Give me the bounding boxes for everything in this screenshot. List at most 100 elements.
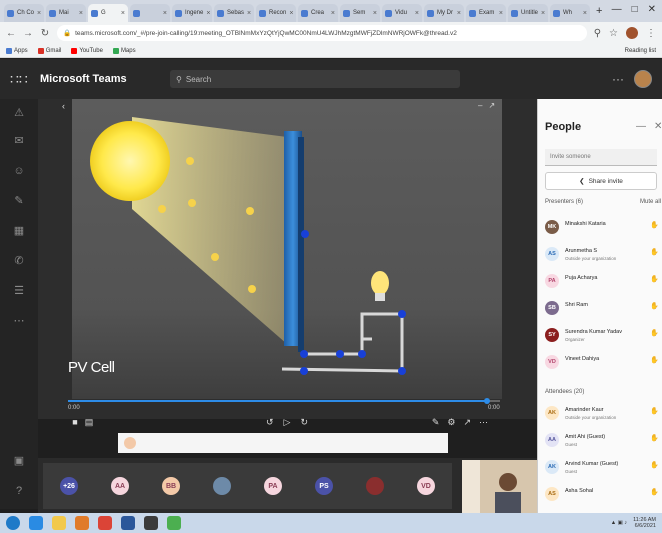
tab-close-icon[interactable]: × bbox=[541, 10, 545, 17]
more-video-icon[interactable]: ⋯ bbox=[479, 417, 488, 428]
chat-icon[interactable]: ✉ bbox=[13, 135, 25, 147]
key-icon[interactable]: ⚲ bbox=[594, 28, 601, 39]
teams-icon[interactable]: ☺ bbox=[13, 165, 25, 177]
calendar-icon[interactable]: ▦ bbox=[13, 225, 25, 237]
browser-tab[interactable]: Untitle × bbox=[508, 4, 548, 22]
word-icon[interactable] bbox=[121, 516, 135, 530]
reading-list-button[interactable]: Reading list bbox=[625, 48, 656, 54]
close-panel-icon[interactable]: ✕ bbox=[654, 121, 662, 132]
participant-row[interactable]: AS Arunmetha S Outside your organization ✋ bbox=[545, 245, 662, 269]
participant-row[interactable]: AA Amit Ahi (Guest) Guest ✋ bbox=[545, 431, 662, 455]
participant-row[interactable]: SB Shri Ram ✋ bbox=[545, 299, 662, 323]
mic-muted-icon[interactable]: ✋ bbox=[650, 434, 659, 442]
volume-icon[interactable]: ■ bbox=[68, 417, 82, 427]
browser-tab[interactable]: Sem × bbox=[340, 4, 380, 22]
url-input[interactable]: 🔒 teams.microsoft.com/_#/pre-join-callin… bbox=[57, 25, 587, 41]
search-input[interactable]: ⚲ Search bbox=[170, 70, 460, 88]
invite-input[interactable]: Invite someone bbox=[545, 149, 657, 166]
play-icon[interactable]: ▷ bbox=[284, 417, 291, 428]
mute-all-link[interactable]: Mute all bbox=[640, 199, 661, 205]
mic-muted-icon[interactable]: ✋ bbox=[650, 221, 659, 229]
browser-tab[interactable]: G × bbox=[88, 4, 128, 22]
participant-row[interactable]: AK Arvind Kumar (Guest) Guest ✋ bbox=[545, 458, 662, 482]
tab-close-icon[interactable]: × bbox=[289, 10, 293, 17]
popout-panel-icon[interactable]: — bbox=[636, 121, 646, 132]
photos-icon[interactable] bbox=[167, 516, 181, 530]
popout-icon[interactable]: ↗ bbox=[488, 101, 495, 110]
new-tab-button[interactable]: + bbox=[596, 5, 602, 17]
tray-icons[interactable]: ▲ ▣ ♪ bbox=[611, 520, 627, 526]
tab-close-icon[interactable]: × bbox=[583, 10, 587, 17]
shared-video[interactable] bbox=[72, 99, 502, 399]
more-apps-icon[interactable]: ⋯ bbox=[13, 315, 25, 327]
bookmark-item[interactable]: Apps bbox=[6, 47, 28, 54]
mic-muted-icon[interactable]: ✋ bbox=[650, 329, 659, 337]
camera-video-tile[interactable] bbox=[462, 460, 538, 516]
video-progress-knob[interactable] bbox=[484, 398, 491, 404]
video-expand-icon[interactable]: ‹ bbox=[62, 101, 65, 111]
close-window-icon[interactable]: ✕ bbox=[648, 4, 656, 15]
browser-tab[interactable]: Recon × bbox=[256, 4, 296, 22]
forward-icon-video[interactable]: ↻ bbox=[300, 417, 308, 428]
help-icon[interactable]: ? bbox=[13, 485, 25, 497]
browser-tab[interactable]: Vidu × bbox=[382, 4, 422, 22]
bookmark-item[interactable]: Gmail bbox=[37, 47, 61, 54]
internet-explorer-icon[interactable] bbox=[29, 516, 43, 530]
apps-icon[interactable]: ▣ bbox=[13, 455, 25, 467]
mic-muted-icon[interactable]: ✋ bbox=[650, 407, 659, 415]
attendees-heading[interactable]: Attendees (20) bbox=[545, 389, 584, 395]
browser-tab[interactable]: Ingene × bbox=[172, 4, 212, 22]
browser-tab[interactable]: Mai × bbox=[46, 4, 86, 22]
profile-avatar[interactable] bbox=[626, 27, 638, 39]
tab-close-icon[interactable]: × bbox=[373, 10, 377, 17]
mic-muted-icon[interactable]: ✋ bbox=[650, 248, 659, 256]
minimize-icon[interactable]: — bbox=[612, 4, 622, 15]
file-explorer-icon[interactable] bbox=[52, 516, 66, 530]
captions-icon[interactable]: ▤ bbox=[82, 417, 96, 428]
presenters-heading[interactable]: Presenters (6) bbox=[545, 199, 583, 205]
reload-icon[interactable]: ↻ bbox=[40, 28, 50, 39]
back-icon[interactable]: ← bbox=[6, 28, 16, 39]
menu-icon[interactable]: ⋮ bbox=[646, 28, 656, 39]
settings-icon[interactable]: ⚙ bbox=[447, 417, 455, 428]
tab-close-icon[interactable]: × bbox=[415, 10, 419, 17]
user-avatar[interactable] bbox=[634, 70, 652, 88]
activity-icon[interactable]: ⚠ bbox=[13, 107, 25, 119]
calls-icon[interactable]: ✆ bbox=[13, 255, 25, 267]
mic-muted-icon[interactable]: ✋ bbox=[650, 356, 659, 364]
tab-close-icon[interactable]: × bbox=[247, 10, 251, 17]
browser-tab[interactable]: Crea × bbox=[298, 4, 338, 22]
bookmark-star-icon[interactable]: ☆ bbox=[609, 28, 618, 39]
participant-row[interactable]: MK Minakshi Kataria ✋ bbox=[545, 218, 662, 242]
bookmark-item[interactable]: YouTube bbox=[71, 47, 103, 54]
participant-row[interactable]: AS Asha Sohal ✋ bbox=[545, 485, 662, 509]
mic-muted-icon[interactable]: ✋ bbox=[650, 461, 659, 469]
participant-row[interactable]: VD Vineet Dahiya ✋ bbox=[545, 353, 662, 377]
participant-row[interactable]: SY Surendra Kumar Yadav Organizer ✋ bbox=[545, 326, 662, 350]
mic-muted-icon[interactable]: ✋ bbox=[650, 488, 659, 496]
tab-close-icon[interactable]: × bbox=[331, 10, 335, 17]
tab-close-icon[interactable]: × bbox=[457, 10, 461, 17]
fullscreen-icon[interactable]: ↗ bbox=[463, 417, 471, 428]
browser-tab[interactable]: Wh × bbox=[550, 4, 590, 22]
tab-close-icon[interactable]: × bbox=[163, 10, 167, 17]
share-invite-button[interactable]: ❮ Share invite bbox=[545, 172, 657, 190]
mic-muted-icon[interactable]: ✋ bbox=[650, 275, 659, 283]
tab-close-icon[interactable]: × bbox=[121, 10, 125, 17]
browser-tab[interactable]: × bbox=[130, 4, 170, 22]
browser-tab[interactable]: Sebas × bbox=[214, 4, 254, 22]
tab-close-icon[interactable]: × bbox=[206, 10, 210, 17]
files-icon[interactable]: ☰ bbox=[13, 285, 25, 297]
maximize-icon[interactable]: □ bbox=[632, 4, 638, 15]
powerpoint-icon[interactable] bbox=[144, 516, 158, 530]
participant-row[interactable]: PA Puja Acharya ✋ bbox=[545, 272, 662, 296]
forward-icon[interactable]: → bbox=[23, 28, 33, 39]
annotate-icon[interactable]: ✎ bbox=[432, 417, 440, 428]
tab-close-icon[interactable]: × bbox=[79, 10, 83, 17]
assignments-icon[interactable]: ✎ bbox=[13, 195, 25, 207]
media-player-icon[interactable] bbox=[75, 516, 89, 530]
tab-close-icon[interactable]: × bbox=[499, 10, 503, 17]
bookmark-item[interactable]: Maps bbox=[112, 47, 136, 54]
rewind-icon[interactable]: ↺ bbox=[266, 417, 274, 428]
tab-close-icon[interactable]: × bbox=[37, 10, 41, 17]
